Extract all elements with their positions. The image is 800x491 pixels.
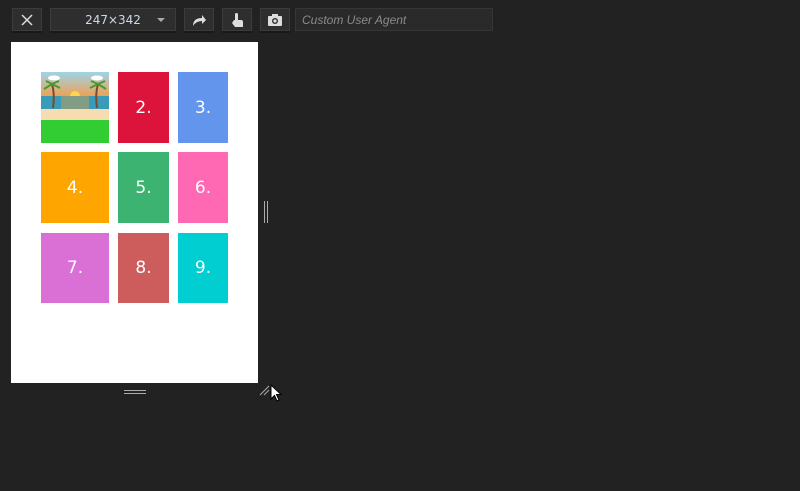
touch-icon — [232, 12, 243, 27]
resize-handle-right[interactable] — [264, 201, 268, 223]
tile-label: 9. — [194, 258, 212, 278]
tile-9: 9. — [178, 233, 228, 303]
tile-label: 3. — [194, 97, 212, 118]
tile-2: 2. — [118, 72, 169, 143]
touch-toggle-button[interactable] — [222, 8, 252, 31]
resize-handle-bottom[interactable] — [124, 390, 146, 394]
tile-1-image — [41, 72, 109, 143]
tile-label: 6. — [194, 177, 212, 198]
rotate-icon — [193, 14, 206, 26]
beach-sunset-image — [41, 72, 109, 120]
tile-4: 4. — [41, 152, 109, 223]
device-viewport: 2. 3. 4. 5. 6. 7. 8. 9. — [11, 42, 258, 383]
resize-handle-corner[interactable] — [258, 384, 270, 396]
tile-8: 8. — [118, 233, 169, 303]
tile-label: 2. — [135, 97, 152, 118]
tile-label: 5. — [135, 177, 152, 198]
tile-label: 4. — [66, 177, 84, 198]
tile-label: 7. — [66, 258, 84, 278]
close-icon — [21, 13, 33, 26]
chevron-down-icon — [157, 18, 165, 22]
user-agent-input[interactable] — [295, 8, 493, 31]
tile-label: 8. — [135, 258, 152, 278]
rotate-button[interactable] — [184, 8, 214, 31]
close-button[interactable] — [12, 8, 42, 31]
tile-5: 5. — [118, 152, 169, 223]
tile-6: 6. — [178, 152, 228, 223]
tile-7: 7. — [41, 233, 109, 303]
size-preset-dropdown[interactable]: 247×342 — [50, 8, 176, 31]
camera-icon — [268, 13, 282, 26]
mouse-cursor-icon — [270, 384, 282, 402]
tile-3: 3. — [178, 72, 228, 143]
screenshot-button[interactable] — [260, 8, 290, 31]
size-value: 247×342 — [85, 12, 141, 27]
